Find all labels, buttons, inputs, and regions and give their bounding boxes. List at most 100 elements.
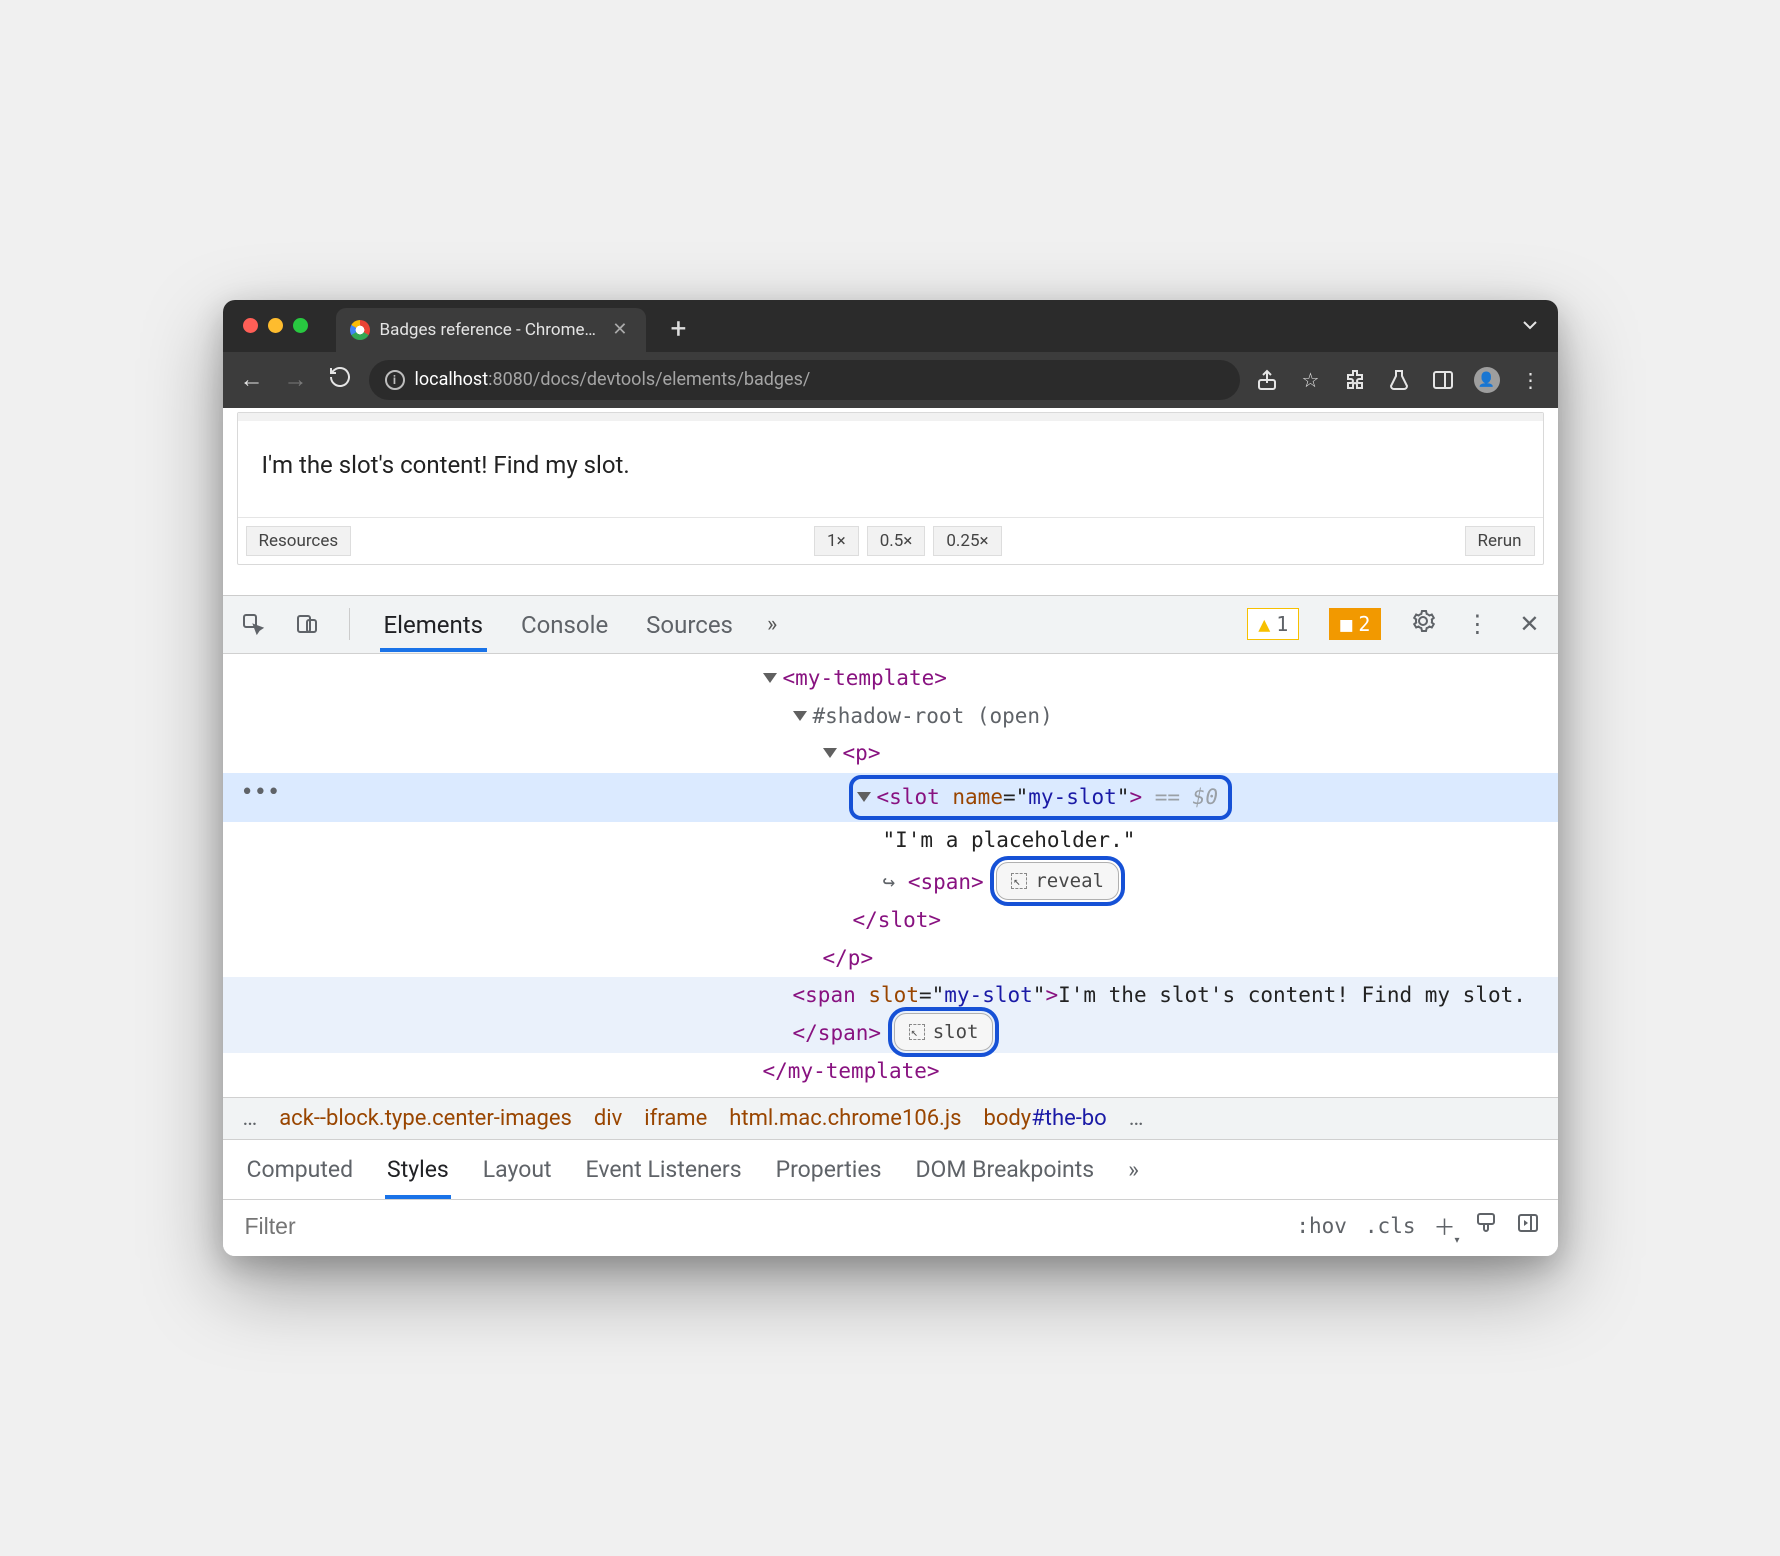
crumb-item[interactable]: div bbox=[594, 1106, 622, 1131]
caret-icon[interactable] bbox=[823, 748, 837, 758]
crumb-item[interactable]: iframe bbox=[644, 1106, 707, 1131]
toggle-sidebar-icon[interactable] bbox=[1516, 1211, 1540, 1241]
resources-button[interactable]: Resources bbox=[246, 526, 352, 556]
tree-node-span-reveal[interactable]: ↪ <span> reveal bbox=[223, 860, 1558, 902]
page-content: I'm the slot's content! Find my slot. Re… bbox=[223, 408, 1558, 595]
demo-panel: I'm the slot's content! Find my slot. Re… bbox=[237, 412, 1544, 565]
titlebar: Badges reference - Chrome De ✕ + bbox=[223, 300, 1558, 352]
tree-node-p-close[interactable]: </p> bbox=[223, 940, 1558, 978]
crumb-ellipsis-right[interactable]: … bbox=[1129, 1106, 1144, 1131]
slot-chip-icon bbox=[909, 1024, 925, 1040]
profile-avatar-icon[interactable]: 👤 bbox=[1474, 367, 1500, 393]
caret-icon[interactable] bbox=[763, 673, 777, 683]
tree-node-text-placeholder[interactable]: "I'm a placeholder." bbox=[223, 822, 1558, 860]
tree-node-p[interactable]: <p> bbox=[223, 735, 1558, 773]
caret-icon[interactable] bbox=[793, 711, 807, 721]
devtools-panel: Elements Console Sources » ▲ 1 ■ 2 ⋮ ✕ <… bbox=[223, 595, 1558, 1256]
tab-close-icon[interactable]: ✕ bbox=[608, 319, 631, 340]
styles-filter-input[interactable] bbox=[245, 1213, 1279, 1240]
url-input[interactable]: i localhost:8080/docs/devtools/elements/… bbox=[369, 360, 1240, 400]
chevron-down-icon[interactable] bbox=[1518, 313, 1542, 342]
reveal-chip-icon bbox=[1011, 873, 1027, 889]
more-tabs-icon[interactable]: » bbox=[767, 612, 777, 637]
url-port: :8080 bbox=[488, 369, 533, 390]
tab-layout[interactable]: Layout bbox=[481, 1150, 554, 1189]
url-path: /docs/devtools/elements/badges/ bbox=[533, 369, 810, 390]
back-button[interactable]: ← bbox=[237, 365, 267, 394]
rerun-button[interactable]: Rerun bbox=[1465, 526, 1535, 556]
caret-icon[interactable] bbox=[857, 792, 871, 802]
tab-dom-breakpoints[interactable]: DOM Breakpoints bbox=[913, 1150, 1096, 1189]
demo-text: I'm the slot's content! Find my slot. bbox=[256, 431, 1525, 507]
close-window-button[interactable] bbox=[243, 318, 258, 333]
tree-node-my-template[interactable]: <my-template> bbox=[223, 660, 1558, 698]
new-tab-button[interactable]: + bbox=[664, 312, 694, 345]
slot-chip[interactable]: slot bbox=[894, 1013, 994, 1051]
toolbar-icons: ☆ 👤 ⋮ bbox=[1254, 367, 1544, 393]
demo-toolbar: Resources 1× 0.5× 0.25× Rerun bbox=[238, 517, 1543, 564]
separator bbox=[349, 608, 350, 640]
err-count: 2 bbox=[1358, 612, 1370, 636]
settings-gear-icon[interactable] bbox=[1411, 609, 1435, 639]
dom-tree[interactable]: <my-template> #shadow-root (open) <p> ••… bbox=[223, 654, 1558, 1097]
row-actions-icon[interactable]: ••• bbox=[241, 775, 281, 810]
tab-console[interactable]: Console bbox=[517, 597, 612, 651]
dom-breadcrumbs[interactable]: … ack--block.type.center-images div ifra… bbox=[223, 1097, 1558, 1140]
paint-brush-icon[interactable] bbox=[1474, 1211, 1498, 1241]
warnings-badge[interactable]: ▲ 1 bbox=[1247, 608, 1299, 640]
share-icon[interactable] bbox=[1254, 368, 1280, 392]
zoom-0.5x-button[interactable]: 0.5× bbox=[867, 526, 926, 556]
window-controls bbox=[243, 318, 308, 333]
devtools-close-icon[interactable]: ✕ bbox=[1519, 610, 1539, 638]
labs-flask-icon[interactable] bbox=[1386, 368, 1412, 392]
devtools-tabs: Elements Console Sources » ▲ 1 ■ 2 ⋮ ✕ bbox=[223, 596, 1558, 654]
extensions-icon[interactable] bbox=[1342, 368, 1368, 392]
error-square-icon: ■ bbox=[1340, 612, 1352, 636]
tree-node-shadow-root[interactable]: #shadow-root (open) bbox=[223, 698, 1558, 736]
errors-badge[interactable]: ■ 2 bbox=[1329, 608, 1381, 640]
maximize-window-button[interactable] bbox=[293, 318, 308, 333]
devtools-kebab-icon[interactable]: ⋮ bbox=[1465, 610, 1489, 638]
tab-sources[interactable]: Sources bbox=[642, 597, 737, 651]
more-styles-tabs-icon[interactable]: » bbox=[1126, 1150, 1141, 1189]
inspect-element-icon[interactable] bbox=[241, 612, 265, 636]
browser-tab[interactable]: Badges reference - Chrome De ✕ bbox=[336, 308, 646, 352]
new-style-rule-icon[interactable]: ＋▾ bbox=[1433, 1210, 1455, 1242]
chrome-favicon-icon bbox=[350, 320, 370, 340]
tree-node-my-template-close[interactable]: </my-template> bbox=[223, 1053, 1558, 1091]
crumb-item[interactable]: body#the-bo bbox=[983, 1106, 1106, 1131]
zoom-0.25x-button[interactable]: 0.25× bbox=[933, 526, 1001, 556]
url-host: localhost bbox=[415, 369, 489, 390]
bookmark-star-icon[interactable]: ☆ bbox=[1298, 368, 1324, 392]
tab-computed[interactable]: Computed bbox=[245, 1150, 356, 1189]
browser-window: Badges reference - Chrome De ✕ + ← → i l… bbox=[223, 300, 1558, 1256]
highlight-outline: <slot name="my-slot"> == $0 bbox=[849, 775, 1232, 821]
reveal-chip[interactable]: reveal bbox=[996, 862, 1119, 900]
warn-count: 1 bbox=[1276, 612, 1288, 636]
cls-button[interactable]: .cls bbox=[1365, 1214, 1416, 1238]
minimize-window-button[interactable] bbox=[268, 318, 283, 333]
crumb-item[interactable]: ack--block.type.center-images bbox=[279, 1106, 572, 1131]
tab-elements[interactable]: Elements bbox=[380, 597, 487, 651]
tree-node-slot-close[interactable]: </slot> bbox=[223, 902, 1558, 940]
forward-button[interactable]: → bbox=[281, 365, 311, 394]
tree-node-span-slot[interactable]: <span slot="my-slot">I'm the slot's cont… bbox=[223, 977, 1558, 1053]
tree-node-slot-selected[interactable]: ••• <slot name="my-slot"> == $0 bbox=[223, 773, 1558, 823]
styles-tabbar: Computed Styles Layout Event Listeners P… bbox=[223, 1140, 1558, 1199]
reload-button[interactable] bbox=[325, 365, 355, 395]
styles-filter-row: :hov .cls ＋▾ bbox=[223, 1199, 1558, 1256]
site-info-icon[interactable]: i bbox=[385, 370, 405, 390]
tab-styles[interactable]: Styles bbox=[385, 1150, 451, 1189]
warning-triangle-icon: ▲ bbox=[1258, 612, 1270, 636]
hov-button[interactable]: :hov bbox=[1296, 1214, 1347, 1238]
crumb-ellipsis-left[interactable]: … bbox=[243, 1106, 258, 1131]
tab-event-listeners[interactable]: Event Listeners bbox=[584, 1150, 744, 1189]
device-toggle-icon[interactable] bbox=[295, 612, 319, 636]
sidepanel-icon[interactable] bbox=[1430, 368, 1456, 392]
tab-properties[interactable]: Properties bbox=[774, 1150, 884, 1189]
zoom-1x-button[interactable]: 1× bbox=[814, 526, 859, 556]
kebab-menu-icon[interactable]: ⋮ bbox=[1518, 368, 1544, 392]
address-bar: ← → i localhost:8080/docs/devtools/eleme… bbox=[223, 352, 1558, 408]
crumb-item[interactable]: html.mac.chrome106.js bbox=[729, 1106, 961, 1131]
tab-title: Badges reference - Chrome De bbox=[380, 320, 599, 340]
